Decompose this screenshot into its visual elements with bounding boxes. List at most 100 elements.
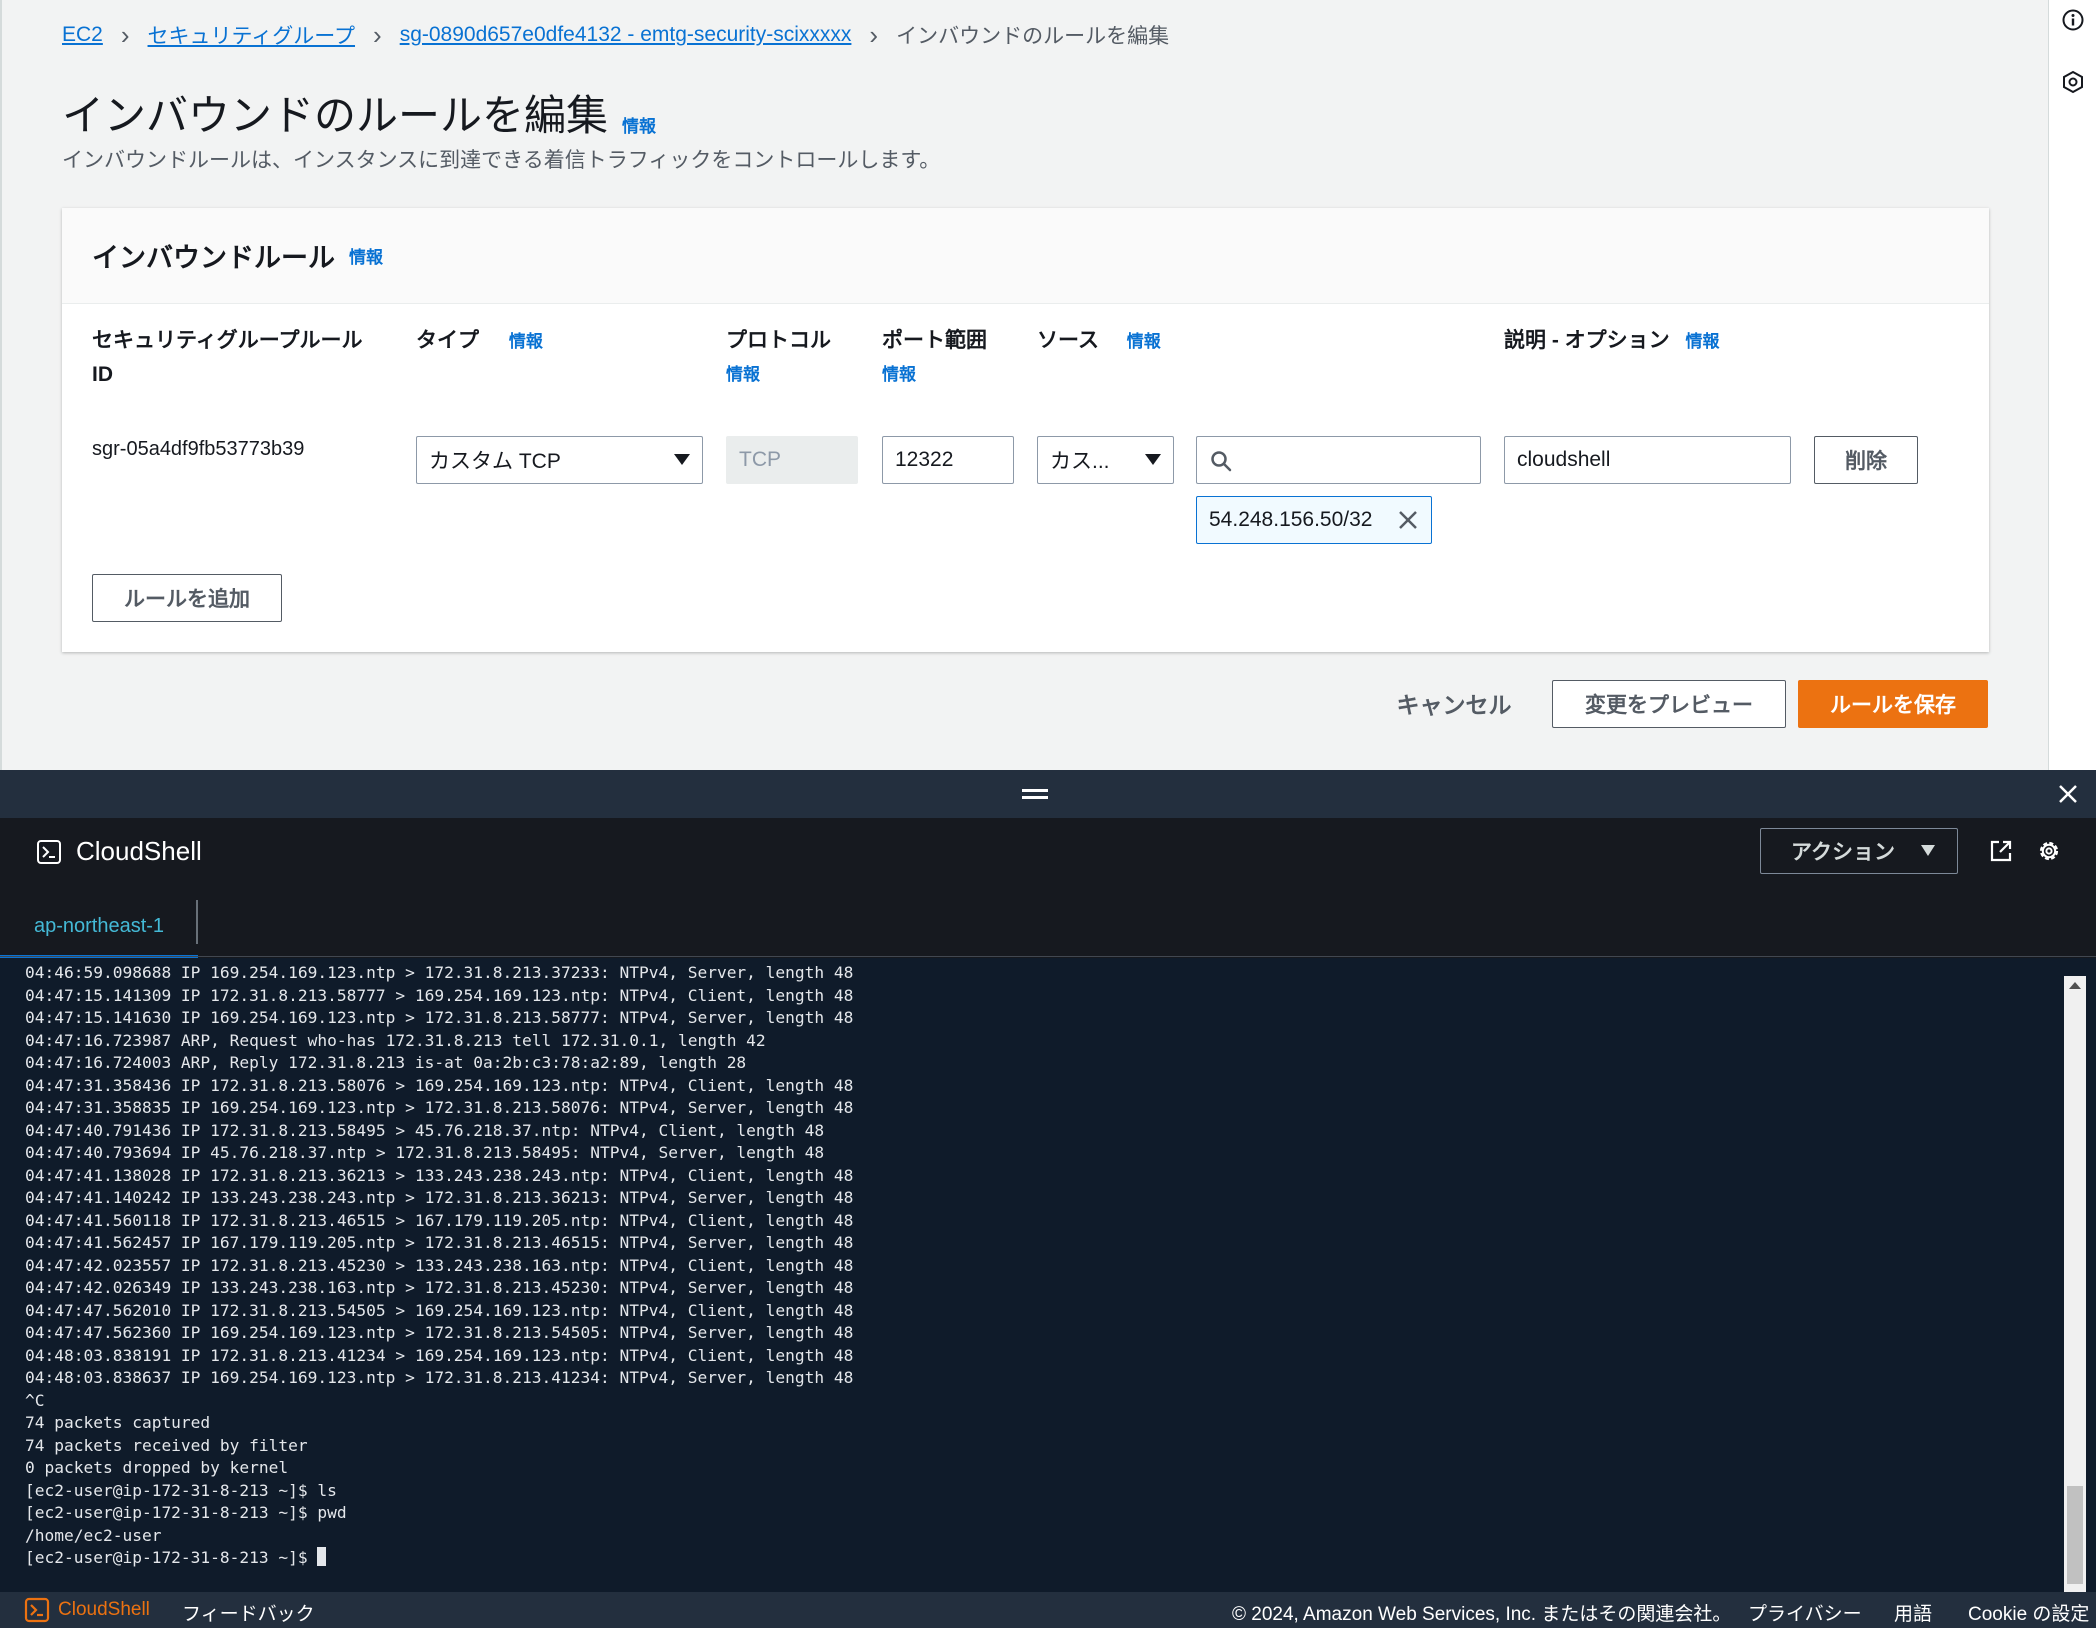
add-rule-button[interactable]: ルールを追加 [92, 574, 282, 622]
terminal-line: [ec2-user@ip-172-31-8-213 ~]$ ls [25, 1480, 337, 1500]
port-range-input[interactable]: 12322 [882, 436, 1014, 484]
terminal-line: 04:47:42.026349 IP 133.243.238.163.ntp >… [25, 1278, 854, 1297]
inbound-rules-panel: インバウンドルール 情報 セキュリティグループルール ID タイプ 情報 プロト… [62, 208, 1989, 652]
type-select[interactable]: カスタム TCP [416, 436, 703, 484]
chevron-right-icon: › [373, 20, 382, 50]
col-port-label: ポート範囲 [882, 329, 987, 352]
tab-ap-northeast-1[interactable]: ap-northeast-1 [0, 898, 198, 958]
terminal-line: 04:47:47.562010 IP 172.31.8.213.54505 > … [25, 1300, 854, 1320]
terminal-line: 04:47:15.141630 IP 169.254.169.123.ntp >… [25, 1008, 854, 1027]
page-description: インバウンドルールは、インスタンスに到達できる着信トラフィックをコントロールしま… [62, 149, 941, 172]
col-description-label: 説明 - オプション [1504, 329, 1670, 352]
terminal-line: /home/ec2-user [25, 1525, 162, 1545]
terminal-line: 04:48:03.838191 IP 172.31.8.213.41234 > … [25, 1345, 854, 1365]
tab-divider [196, 900, 198, 944]
col-rule-id-line1: セキュリティグループルール [92, 329, 363, 352]
col-protocol: プロトコル 情報 [726, 324, 831, 392]
breadcrumb-security-group[interactable]: sg-0890d657e0dfe4132 - emtg-security-sci… [400, 23, 852, 47]
footer-cloudshell-text: CloudShell [58, 1599, 150, 1620]
col-rule-id-line2: ID [92, 363, 113, 386]
terminal-line: 04:47:31.358436 IP 172.31.8.213.58076 > … [25, 1075, 854, 1095]
close-icon[interactable] [1397, 509, 1419, 531]
caret-down-icon [1145, 454, 1161, 465]
terminal-line: 04:47:15.141309 IP 172.31.8.213.58777 > … [25, 985, 854, 1005]
terminal-line: 04:47:16.723987 ARP, Request who-has 172… [25, 1030, 766, 1050]
terminal-line: 04:48:03.838637 IP 169.254.169.123.ntp >… [25, 1368, 854, 1387]
breadcrumb-ec2[interactable]: EC2 [62, 23, 103, 47]
footer: CloudShell フィードバック © 2024, Amazon Web Se… [0, 1592, 2096, 1628]
terminal-line: 0 packets dropped by kernel [25, 1458, 289, 1477]
col-port-info-link[interactable]: 情報 [882, 358, 987, 392]
footer-cookie-link[interactable]: Cookie の設定 [1968, 1599, 2089, 1626]
open-new-window-icon[interactable] [1988, 838, 2014, 864]
panel-info-link[interactable]: 情報 [349, 243, 383, 268]
actions-dropdown[interactable]: アクション [1760, 828, 1958, 874]
terminal-line: 04:47:42.023557 IP 172.31.8.213.45230 > … [25, 1255, 854, 1275]
footer-feedback-link[interactable]: フィードバック [182, 1599, 315, 1626]
source-token-value: 54.248.156.50/32 [1209, 508, 1373, 531]
header-separator [0, 956, 2096, 957]
col-source: ソース 情報 [1037, 324, 1161, 359]
terminal-line: 04:47:40.793694 IP 45.76.218.37.ntp > 17… [25, 1143, 825, 1162]
delete-button[interactable]: 削除 [1814, 436, 1918, 484]
breadcrumb-current: インバウンドのルールを編集 [896, 25, 1170, 48]
terminal-cursor [317, 1547, 327, 1566]
terminal-output: 04:46:59.098688 IP 169.254.169.123.ntp >… [25, 962, 853, 1570]
terminal-prompt: [ec2-user@ip-172-31-8-213 ~]$ [25, 1548, 318, 1567]
col-rule-id: セキュリティグループルール ID [92, 324, 362, 392]
terminal-line: 04:47:41.562457 IP 167.179.119.205.ntp >… [25, 1233, 854, 1252]
cloudshell-title: CloudShell [36, 836, 202, 867]
close-icon[interactable] [2054, 780, 2082, 808]
page-title-text: インバウンドのルールを編集 [62, 92, 609, 139]
source-search-input[interactable] [1196, 436, 1481, 484]
col-type-label: タイプ [416, 329, 479, 352]
cancel-button[interactable]: キャンセル [1394, 682, 1514, 724]
terminal-line: 04:47:31.358835 IP 169.254.169.123.ntp >… [25, 1098, 854, 1117]
scrollbar-thumb[interactable] [2067, 1486, 2083, 1584]
caret-down-icon [1921, 845, 1935, 856]
console-page: EC2 › セキュリティグループ › sg-0890d657e0dfe4132 … [0, 0, 2048, 770]
terminal-icon [37, 839, 61, 864]
save-rules-button[interactable]: ルールを保存 [1798, 680, 1988, 728]
panel-header: インバウンドルール 情報 [62, 208, 1989, 304]
cloudshell-resize-bar[interactable] [0, 770, 2096, 818]
footer-privacy-link[interactable]: プライバシー [1748, 1599, 1862, 1626]
col-description: 説明 - オプション 情報 [1504, 324, 1720, 359]
protocol-value: TCP [739, 448, 781, 471]
footer-cloudshell-link[interactable]: CloudShell [24, 1597, 150, 1623]
description-input[interactable]: cloudshell [1504, 436, 1791, 484]
protocol-field: TCP [726, 436, 858, 484]
gear-icon[interactable] [2036, 838, 2062, 864]
terminal-scrollbar[interactable] [2064, 976, 2086, 1592]
col-protocol-label: プロトコル [726, 329, 831, 352]
cloudshell-header: CloudShell アクション ap-northeast-1 [0, 818, 2096, 958]
info-icon[interactable] [2061, 8, 2085, 32]
drag-handle-icon[interactable] [1022, 789, 1048, 799]
terminal[interactable]: 04:46:59.098688 IP 169.254.169.123.ntp >… [0, 958, 2096, 1592]
col-protocol-info-link[interactable]: 情報 [726, 358, 831, 392]
footer-copyright: © 2024, Amazon Web Services, Inc. またはその関… [1232, 1604, 1732, 1625]
scroll-up-icon[interactable] [2069, 982, 2081, 989]
terminal-line: 04:47:16.724003 ARP, Reply 172.31.8.213 … [25, 1053, 747, 1072]
breadcrumb-security-groups[interactable]: セキュリティグループ [148, 20, 355, 50]
feedback-icon[interactable] [2061, 70, 2085, 94]
port-range-value: 12322 [895, 448, 954, 471]
preview-changes-button[interactable]: 変更をプレビュー [1552, 680, 1786, 728]
col-type-info-link[interactable]: 情報 [509, 332, 543, 351]
col-description-info-link[interactable]: 情報 [1686, 332, 1720, 351]
source-type-select[interactable]: カス... [1037, 436, 1174, 484]
type-select-value: カスタム TCP [429, 450, 561, 473]
terminal-line: ^C [25, 1390, 45, 1410]
terminal-icon [24, 1597, 50, 1623]
description-value: cloudshell [1517, 448, 1611, 471]
terminal-line: 04:46:59.098688 IP 169.254.169.123.ntp >… [25, 963, 854, 982]
terminal-line: 04:47:47.562360 IP 169.254.169.123.ntp >… [25, 1323, 854, 1342]
footer-terms-link[interactable]: 用語 [1894, 1599, 1932, 1626]
chevron-right-icon: › [120, 20, 130, 50]
rule-id: sgr-05a4df9fb53773b39 [92, 438, 305, 460]
terminal-line: 04:47:41.140242 IP 133.243.238.243.ntp >… [25, 1188, 854, 1207]
page-title: インバウンドのルールを編集 情報 [62, 82, 656, 143]
page-info-link[interactable]: 情報 [622, 112, 656, 137]
col-source-info-link[interactable]: 情報 [1127, 332, 1161, 351]
terminal-line: 04:47:41.138028 IP 172.31.8.213.36213 > … [25, 1165, 854, 1185]
